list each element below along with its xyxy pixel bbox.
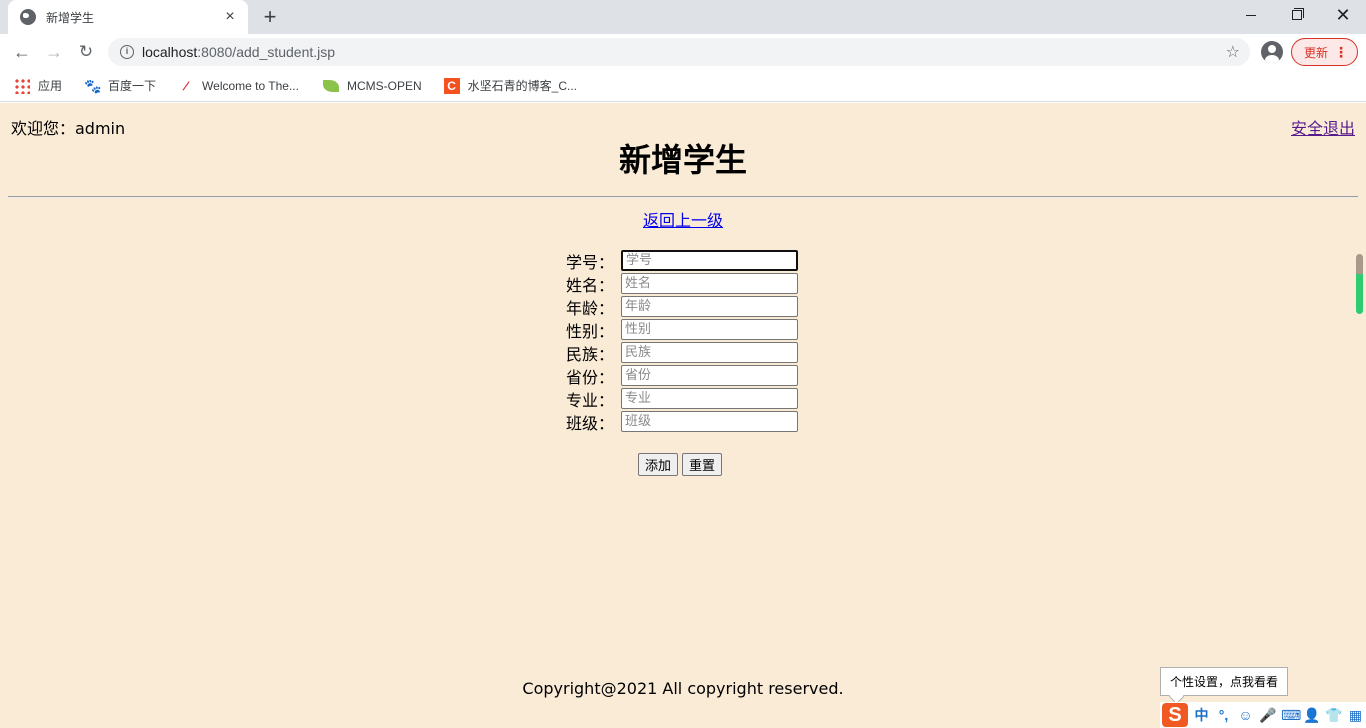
add-student-form: 学号： 姓名： 年龄： 性别： 民族： 省份： 专业： 班级：: [566, 249, 798, 433]
browser-tab-active[interactable]: 新增学生 ×: [8, 0, 248, 34]
update-button[interactable]: 更新 ⋮: [1291, 38, 1358, 66]
address-bar[interactable]: i localhost:8080/add_student.jsp ☆: [108, 38, 1250, 66]
keyboard-icon[interactable]: ⌨: [1281, 707, 1301, 724]
form-row-province: 省份：: [566, 364, 798, 387]
microphone-icon[interactable]: 🎤: [1259, 707, 1276, 724]
bookmark-label: 百度一下: [108, 79, 157, 93]
page-content: 欢迎您：admin 安全退出 新增学生 返回上一级 学号： 姓名： 年龄： 性别…: [0, 103, 1366, 728]
label-student-id: 学号：: [566, 252, 615, 272]
reload-button[interactable]: ↻: [72, 38, 100, 66]
chinese-mode-icon[interactable]: 中: [1193, 705, 1210, 725]
bookmark-label: Welcome to The...: [202, 78, 299, 93]
bookmarks-bar: 应用 🐾 百度一下 / Welcome to The... MCMS-OPEN …: [0, 70, 1366, 102]
skin-shirt-icon[interactable]: 👕: [1325, 707, 1342, 724]
page-title: 新增学生: [618, 141, 747, 179]
back-button[interactable]: ←: [8, 38, 36, 66]
student-id-input[interactable]: [621, 250, 798, 271]
form-row-gender: 性别：: [566, 318, 798, 341]
ime-toolbar: S 中 °, ☺ 🎤 ⌨ 👤 👕 ▦: [1160, 702, 1366, 728]
bookmark-apps[interactable]: 应用: [14, 77, 62, 94]
bookmark-label: 水坚石青的博客_C...: [467, 79, 577, 93]
window-close-button[interactable]: ✕: [1320, 0, 1366, 30]
update-label: 更新: [1304, 45, 1329, 60]
forward-button[interactable]: →: [40, 38, 68, 66]
punctuation-icon[interactable]: °,: [1215, 707, 1232, 723]
emoji-icon[interactable]: ☺: [1237, 707, 1254, 723]
bookmark-mcms[interactable]: MCMS-OPEN: [322, 78, 422, 93]
name-input[interactable]: [621, 273, 798, 294]
age-input[interactable]: [621, 296, 798, 317]
label-name: 姓名：: [566, 275, 615, 295]
reload-icon: ↻: [78, 42, 94, 61]
form-buttons: 添加 重置: [638, 453, 723, 476]
divider: [8, 196, 1358, 198]
bookmark-csdn[interactable]: C 水坚石青的博客_C...: [443, 77, 577, 94]
major-input[interactable]: [621, 388, 798, 409]
apps-grid-icon: [14, 77, 30, 94]
form-row-name: 姓名：: [566, 272, 798, 295]
toolbox-grid-icon[interactable]: ▦: [1347, 707, 1364, 724]
ethnicity-input[interactable]: [621, 342, 798, 363]
form-row-class: 班级：: [566, 410, 798, 433]
form-row-ethnicity: 民族：: [566, 341, 798, 364]
label-ethnicity: 民族：: [566, 344, 615, 364]
tab-title: 新增学生: [46, 10, 95, 25]
minimize-button[interactable]: [1228, 0, 1274, 30]
reset-button[interactable]: 重置: [682, 453, 723, 476]
url-host: localhost: [142, 44, 198, 60]
restore-icon: [1292, 8, 1304, 20]
url-path: :8080/add_student.jsp: [197, 44, 336, 60]
form-row-major: 专业：: [566, 387, 798, 410]
tab-close-icon[interactable]: ×: [222, 8, 238, 26]
bookmark-welcome[interactable]: / Welcome to The...: [178, 77, 299, 94]
profile-avatar-icon[interactable]: [1261, 41, 1283, 63]
minimize-icon: [1246, 14, 1256, 16]
label-age: 年龄：: [566, 298, 615, 318]
back-link[interactable]: 返回上一级: [643, 211, 723, 230]
arrow-right-icon: →: [45, 42, 63, 62]
restore-button[interactable]: [1274, 0, 1320, 30]
label-gender: 性别：: [566, 321, 615, 341]
new-tab-button[interactable]: +: [258, 4, 282, 30]
bookmark-star-icon[interactable]: ☆: [1226, 42, 1240, 62]
back-link-container: 返回上一级: [0, 207, 1366, 231]
browser-tab-strip: 新增学生 × + ✕: [0, 0, 1366, 34]
arrow-left-icon: ←: [13, 42, 31, 62]
menu-dots-icon: ⋮: [1334, 44, 1348, 60]
feather-icon: /: [181, 77, 191, 94]
globe-icon: [20, 9, 36, 25]
close-icon: ✕: [1335, 4, 1351, 25]
scroll-indicator[interactable]: [1356, 254, 1363, 314]
bookmark-label: 应用: [38, 79, 63, 93]
sogou-logo-icon[interactable]: S: [1162, 703, 1188, 727]
label-province: 省份：: [566, 367, 615, 387]
form-row-student-id: 学号：: [566, 249, 798, 272]
class-input[interactable]: [621, 411, 798, 432]
label-major: 专业：: [566, 390, 615, 410]
leaf-icon: [322, 79, 339, 92]
user-icon[interactable]: 👤: [1303, 707, 1320, 724]
bookmark-label: MCMS-OPEN: [346, 78, 422, 93]
info-icon[interactable]: i: [120, 45, 134, 59]
baidu-paw-icon: 🐾: [84, 77, 102, 94]
form-row-age: 年龄：: [566, 295, 798, 318]
add-button[interactable]: 添加: [638, 453, 679, 476]
label-class: 班级：: [566, 413, 615, 433]
gender-input[interactable]: [621, 319, 798, 340]
bookmark-baidu[interactable]: 🐾 百度一下: [84, 77, 156, 94]
csdn-icon: C: [443, 77, 460, 94]
province-input[interactable]: [621, 365, 798, 386]
browser-toolbar: ← → ↻ i localhost:8080/add_student.jsp ☆…: [0, 34, 1366, 70]
ime-tooltip: 个性设置，点我看看: [1160, 667, 1288, 696]
url-text[interactable]: localhost:8080/add_student.jsp: [142, 44, 1226, 60]
